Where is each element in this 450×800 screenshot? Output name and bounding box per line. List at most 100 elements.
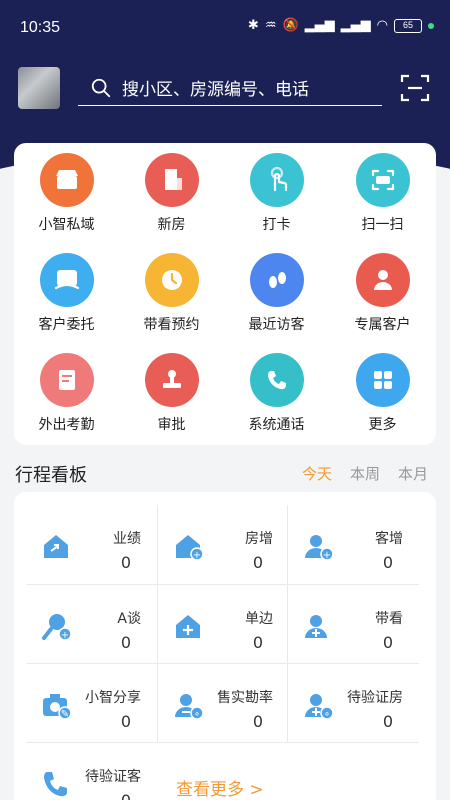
- quick-action-label: 外出考勤: [38, 417, 95, 433]
- quick-action-label: 打卡: [262, 217, 291, 233]
- stat-value: 0: [382, 633, 393, 652]
- quick-action-clock[interactable]: 带看预约: [119, 243, 224, 333]
- quick-action-label: 专属客户: [354, 317, 411, 333]
- stat-label: 小智分享: [85, 690, 141, 706]
- tap-icon: [250, 153, 304, 207]
- status-icons: ✱ ♒ 🔕 ▂▄▆ ▂▄▆ ◠ 65: [248, 18, 434, 33]
- svg-text:∘: ∘: [194, 709, 200, 720]
- period-tabs: 今天 本周 本月: [302, 463, 428, 484]
- footprint-icon: [250, 253, 304, 307]
- phone-icon: [44, 772, 67, 797]
- camera-share-icon: ✎: [43, 694, 71, 720]
- stat-cell-camera-share[interactable]: ✎ 小智分享 0: [27, 664, 155, 742]
- quick-action-label: 客户委托: [38, 317, 95, 333]
- svg-text:+: +: [61, 630, 69, 641]
- stat-cell-home-share[interactable]: 业绩 0: [27, 505, 155, 583]
- home-share-icon: [44, 535, 68, 558]
- stat-cell-search-add[interactable]: + A谈 0: [27, 585, 155, 663]
- stat-value: 0: [121, 791, 131, 800]
- wifi-icon: ◠: [376, 18, 388, 33]
- user-add-icon: +: [305, 535, 333, 561]
- quick-action-tap[interactable]: 打卡: [224, 143, 329, 233]
- stamp-icon: [145, 353, 199, 407]
- signal-icon: ▂▄▆: [304, 18, 335, 33]
- quick-action-phone[interactable]: 系统通话: [224, 343, 329, 433]
- quick-action-label: 系统通话: [248, 417, 305, 433]
- stat-label: 房增: [245, 531, 273, 547]
- search-add-icon: +: [42, 614, 71, 641]
- stat-cell-user-check[interactable]: ∘ 售实勘率 0: [159, 664, 287, 742]
- see-more-link[interactable]: 查看更多 >: [176, 775, 264, 800]
- quick-action-label: 审批: [157, 417, 186, 433]
- tab-week[interactable]: 本周: [350, 463, 380, 484]
- quick-action-scan[interactable]: 扫一扫: [330, 143, 435, 233]
- quick-action-attendance[interactable]: 外出考勤: [14, 343, 119, 433]
- quick-action-label: 最近访客: [248, 317, 305, 333]
- tab-today[interactable]: 今天: [302, 463, 332, 484]
- scan-icon[interactable]: [400, 73, 430, 103]
- vibrate-icon: ♒: [264, 18, 277, 33]
- stat-value: 0: [252, 633, 263, 652]
- stat-value: 0: [120, 633, 131, 652]
- status-time: 10:35: [20, 19, 61, 36]
- signal-2-icon: ▂▄▆: [340, 18, 371, 33]
- tab-month[interactable]: 本月: [398, 463, 428, 484]
- quick-action-entrust[interactable]: 客户委托: [14, 243, 119, 333]
- search-placeholder: 搜小区、房源编号、电话: [122, 80, 309, 100]
- stat-label: 客增: [375, 531, 403, 547]
- stat-value: 0: [120, 712, 131, 731]
- search-icon: [91, 78, 111, 97]
- svg-text:+: +: [323, 550, 331, 561]
- stat-label: 待验证客: [85, 769, 141, 785]
- quick-actions-card: 小智私域 新房 打卡 扫一扫 客户委托 带看预约 最近访客 专属客户 外出考勤: [14, 143, 436, 445]
- stat-cell-user-verify[interactable]: ∘ 待验证房 0: [289, 664, 417, 742]
- status-bar: 10:35 ✱ ♒ 🔕 ▂▄▆ ▂▄▆ ◠ 65: [0, 0, 450, 56]
- stat-cell-user-add[interactable]: + 客增 0: [289, 505, 417, 583]
- quick-action-label: 更多: [368, 417, 397, 433]
- quick-action-footprint[interactable]: 最近访客: [224, 243, 329, 333]
- schedule-title: 行程看板: [15, 465, 87, 486]
- home-add-icon: +: [176, 535, 203, 561]
- shop-icon: [40, 153, 94, 207]
- svg-text:∘: ∘: [324, 709, 330, 720]
- user-check-icon: ∘: [175, 694, 203, 720]
- mute-icon: 🔕: [282, 18, 299, 33]
- quick-action-exclusive-user[interactable]: 专属客户: [330, 243, 435, 333]
- more-icon: [356, 353, 410, 407]
- quick-action-more[interactable]: 更多: [330, 343, 435, 433]
- home-plus-icon: [176, 615, 200, 638]
- stat-value: 0: [382, 553, 393, 572]
- stat-cell-home-plus[interactable]: 单边 0: [159, 585, 287, 663]
- attendance-icon: [40, 353, 94, 407]
- quick-action-stamp[interactable]: 审批: [119, 343, 224, 433]
- stat-cell-home-add[interactable]: + 房增 0: [159, 505, 287, 583]
- building-icon: [145, 153, 199, 207]
- quick-action-label: 扫一扫: [361, 217, 404, 233]
- entrust-icon: [40, 253, 94, 307]
- exclusive-user-icon: [356, 253, 410, 307]
- stat-label: 单边: [245, 611, 273, 627]
- stat-label: 待验证房: [347, 690, 403, 706]
- search-input[interactable]: 搜小区、房源编号、电话: [78, 70, 382, 106]
- divider: [27, 663, 419, 664]
- stat-cell-phone[interactable]: 待验证客 0: [27, 743, 155, 800]
- svg-text:+: +: [193, 550, 201, 561]
- stat-value: 0: [120, 553, 131, 572]
- stat-value: 0: [252, 712, 263, 731]
- quick-action-shop[interactable]: 小智私域: [14, 143, 119, 233]
- stat-cell-user-plus[interactable]: 带看 0: [289, 585, 417, 663]
- clock-icon: [145, 253, 199, 307]
- stat-value: 0: [252, 553, 263, 572]
- scan-icon: [356, 153, 410, 207]
- divider: [27, 584, 419, 585]
- divider: [27, 742, 419, 743]
- avatar[interactable]: [18, 67, 60, 109]
- quick-action-building[interactable]: 新房: [119, 143, 224, 233]
- bluetooth-icon: ✱: [247, 18, 259, 33]
- user-plus-icon: [305, 615, 327, 638]
- quick-action-label: 带看预约: [143, 317, 200, 333]
- stat-label: 售实勘率: [217, 690, 273, 706]
- quick-action-label: 新房: [157, 217, 186, 233]
- user-verify-icon: ∘: [305, 694, 333, 720]
- divider: [287, 505, 288, 742]
